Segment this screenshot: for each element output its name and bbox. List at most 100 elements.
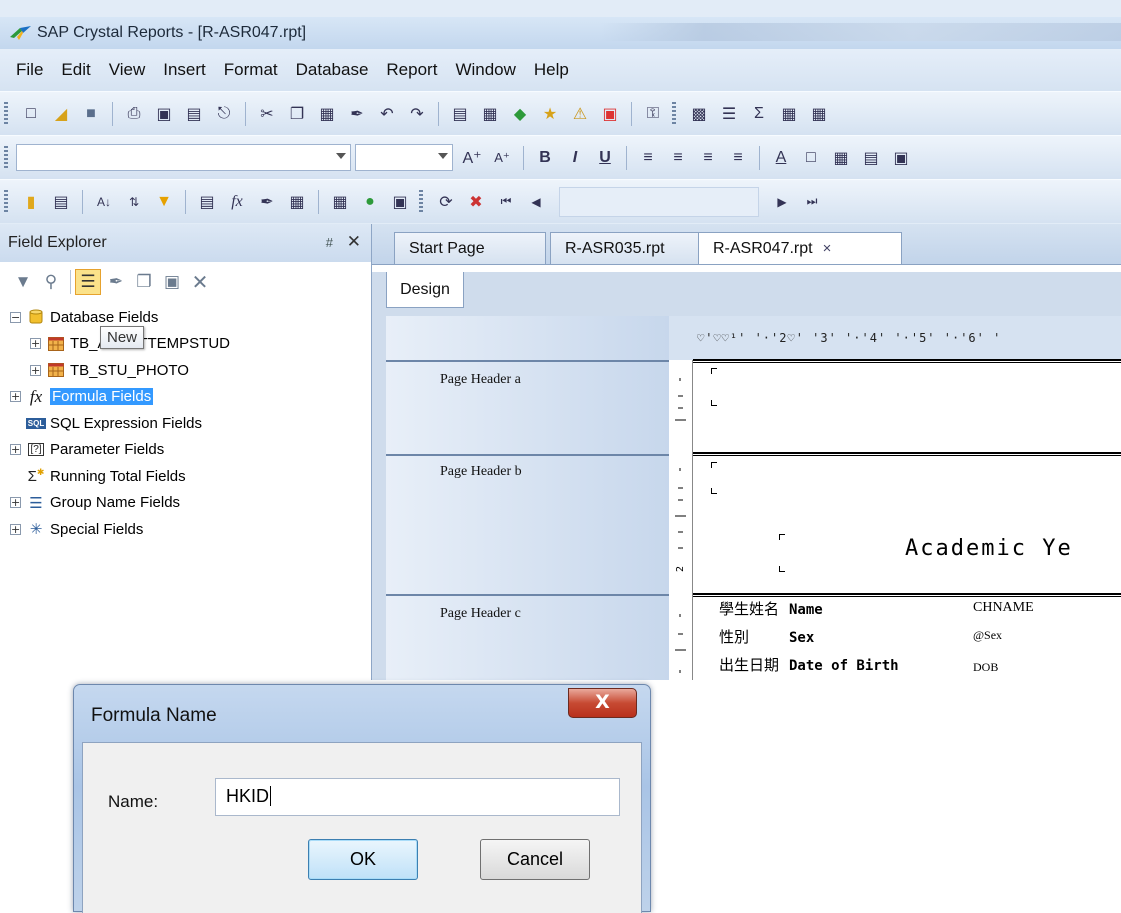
label-en-sex[interactable]: Sex — [789, 630, 814, 646]
section-page-header-a[interactable]: Page Header a — [440, 372, 521, 388]
insert-chart-icon[interactable]: ▦ — [808, 103, 830, 125]
delete-icon[interactable]: ✕ — [187, 269, 213, 295]
duplicate-icon[interactable]: ❐ — [131, 269, 157, 295]
stop-icon[interactable]: ✖ — [465, 191, 487, 213]
new-icon[interactable]: ☰ — [75, 269, 101, 295]
rename-icon[interactable]: ▣ — [159, 269, 185, 295]
export-icon[interactable]: ⎋ — [213, 103, 235, 125]
tree-node-parameter-fields[interactable]: + [?] Parameter Fields — [0, 437, 371, 464]
menu-window[interactable]: Window — [455, 60, 515, 80]
tree-node-database-fields[interactable]: − Database Fields — [0, 304, 371, 331]
dependency-checker-icon[interactable]: ● — [359, 191, 381, 213]
formula-expert-icon[interactable]: ✒ — [256, 191, 278, 213]
tree-node-formula-fields[interactable]: + fx Formula Fields — [0, 384, 371, 411]
ok-button[interactable]: OK — [308, 839, 418, 880]
tab-r-asr035[interactable]: R-ASR035.rpt — [550, 232, 700, 264]
lock-size-icon[interactable]: ▣ — [890, 147, 912, 169]
borders-icon[interactable]: □ — [800, 147, 822, 169]
field-chname[interactable]: CHNAME — [973, 600, 1034, 616]
previous-page-icon[interactable]: ◀ — [525, 191, 547, 213]
select-expert-icon[interactable]: ▼ — [153, 191, 175, 213]
repository-explorer-icon[interactable]: ▣ — [389, 191, 411, 213]
undo-icon[interactable]: ↶ — [376, 103, 398, 125]
format-painter-icon[interactable]: ✒ — [346, 103, 368, 125]
align-center-icon[interactable]: ≡ — [667, 147, 689, 169]
section-page-header-b[interactable]: Page Header b — [440, 464, 522, 480]
insert-to-report-icon[interactable]: ▼ — [10, 269, 36, 295]
academic-year-text[interactable]: Academic Ye — [905, 536, 1073, 561]
label-cn-dob[interactable]: 出生日期 — [719, 654, 779, 675]
field-sex[interactable]: @Sex — [973, 628, 1002, 643]
lock-format-icon[interactable]: ▤ — [860, 147, 882, 169]
print-preview-icon[interactable]: ▣ — [153, 103, 175, 125]
new-icon[interactable]: □ — [20, 103, 42, 125]
tree-node-tb-stu-photo[interactable]: + TB_STU_PHOTO — [0, 357, 371, 384]
expand-icon[interactable]: + — [30, 338, 41, 350]
menu-format[interactable]: Format — [224, 60, 278, 80]
refresh-preview-icon[interactable]: ▤ — [183, 103, 205, 125]
align-left-icon[interactable]: ≡ — [637, 147, 659, 169]
open-folder-icon[interactable]: ◢ — [50, 103, 72, 125]
field-explorer-icon[interactable]: ▦ — [286, 191, 308, 213]
menu-view[interactable]: View — [109, 60, 146, 80]
label-cn-sex[interactable]: 性別 — [719, 626, 749, 647]
last-page-icon[interactable]: ⏭ — [801, 191, 823, 213]
alert-icon[interactable]: ⚠ — [569, 103, 591, 125]
label-en-name[interactable]: Name — [789, 602, 823, 618]
expand-icon[interactable]: + — [30, 364, 41, 376]
tree-node-sql-expression-fields[interactable]: SQL SQL Expression Fields — [0, 410, 371, 437]
expand-icon[interactable]: + — [10, 497, 21, 509]
font-color-icon[interactable]: A — [770, 147, 792, 169]
print-icon[interactable]: ⎙ — [123, 103, 145, 125]
italic-icon[interactable]: I — [564, 147, 586, 169]
insert-crosstab-icon[interactable]: ▦ — [778, 103, 800, 125]
decrease-font-icon[interactable]: A⁺ — [491, 147, 513, 169]
justify-icon[interactable]: ≡ — [727, 147, 749, 169]
design-tab[interactable]: Design — [386, 272, 464, 308]
tree-node-tb-asrpttempstud[interactable]: + TB_ASRPTTEMPSTUD — [0, 331, 371, 358]
edit-icon[interactable]: ✒ — [103, 269, 129, 295]
font-size-combo[interactable] — [355, 144, 453, 171]
pin-icon[interactable]: # — [326, 235, 333, 250]
label-en-dob[interactable]: Date of Birth — [789, 658, 899, 674]
cut-icon[interactable]: ✂ — [256, 103, 278, 125]
refresh-icon[interactable]: ⟳ — [435, 191, 457, 213]
section-page-header-c[interactable]: Page Header c — [440, 606, 521, 622]
field-dob[interactable]: DOB — [973, 660, 998, 675]
menu-edit[interactable]: Edit — [61, 60, 90, 80]
insert-group-icon[interactable]: ☰ — [718, 103, 740, 125]
formula-name-input[interactable]: HKID — [215, 778, 620, 816]
report-explorer-tb-icon[interactable]: ▦ — [329, 191, 351, 213]
tab-r-asr047[interactable]: R-ASR047.rpt × — [698, 232, 902, 264]
close-tab-icon[interactable]: × — [823, 240, 832, 257]
redo-icon[interactable]: ↷ — [406, 103, 428, 125]
cancel-button[interactable]: Cancel — [480, 839, 590, 880]
align-right-icon[interactable]: ≡ — [697, 147, 719, 169]
increase-font-icon[interactable]: A⁺ — [461, 147, 483, 169]
highlight-icon[interactable]: ▣ — [599, 103, 621, 125]
paste-icon[interactable]: ▦ — [316, 103, 338, 125]
insert-text-object-icon[interactable]: ▩ — [688, 103, 710, 125]
menu-report[interactable]: Report — [386, 60, 437, 80]
report-explorer-icon[interactable]: ▦ — [479, 103, 501, 125]
expand-icon[interactable]: + — [10, 444, 21, 456]
menu-insert[interactable]: Insert — [163, 60, 206, 80]
page-number-box[interactable] — [559, 186, 759, 217]
bold-icon[interactable]: B — [534, 147, 556, 169]
formula-workshop-icon[interactable]: fx — [226, 191, 248, 213]
suppress-icon[interactable]: ▦ — [830, 147, 852, 169]
find-icon[interactable]: ⚿ — [642, 103, 664, 125]
next-page-icon[interactable]: ▶ — [771, 191, 793, 213]
tab-start-page[interactable]: Start Page — [394, 232, 546, 264]
tree-node-group-name-fields[interactable]: + ☰ Group Name Fields — [0, 490, 371, 517]
sort-az-icon[interactable]: ⇅ — [123, 191, 145, 213]
menu-help[interactable]: Help — [534, 60, 569, 80]
sort-expert-icon[interactable]: A↓ — [93, 191, 115, 213]
database-expert-icon[interactable]: ▮ — [20, 191, 42, 213]
close-panel-icon[interactable]: ✕ — [347, 232, 361, 252]
toggle-field-view-icon[interactable]: ▤ — [449, 103, 471, 125]
menu-file[interactable]: File — [16, 60, 43, 80]
expert-icon[interactable]: ★ — [539, 103, 561, 125]
section-expert-icon[interactable]: ▤ — [196, 191, 218, 213]
first-page-icon[interactable]: ⏮ — [495, 191, 517, 213]
